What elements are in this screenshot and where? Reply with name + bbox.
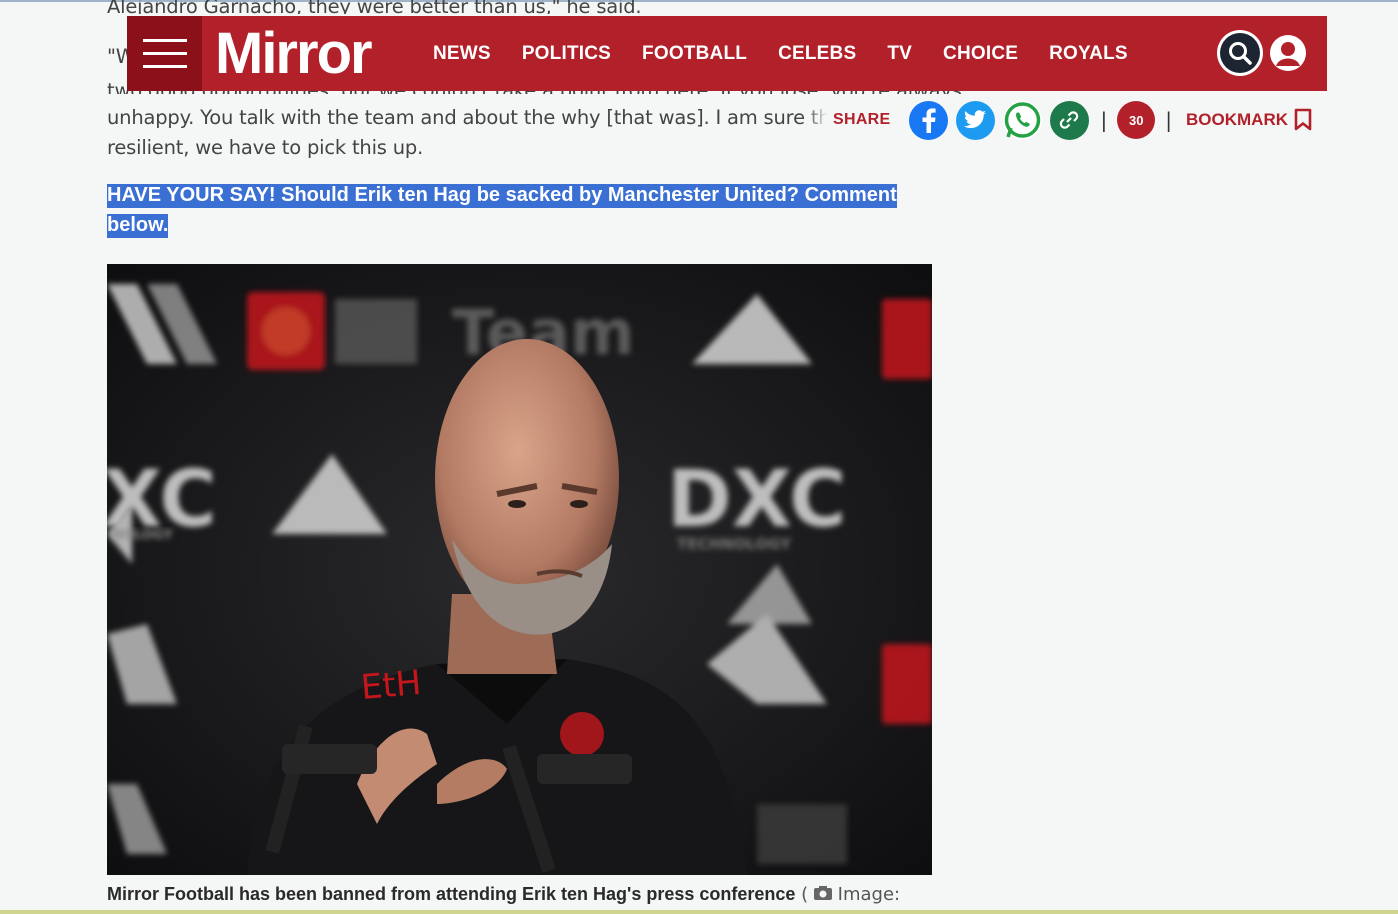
article-paragraph-line: Alejandro Garnacho, they were better tha… [107, 0, 642, 14]
nav-item-choice[interactable]: CHOICE [943, 43, 1018, 65]
caption-credit-open: ( [801, 884, 809, 905]
share-bar: SHARE | 30 | BOOKMARK [806, 98, 1326, 142]
nav-item-news[interactable]: NEWS [433, 43, 491, 65]
comment-count: 30 [1129, 112, 1144, 128]
nav-item-tv[interactable]: TV [887, 43, 912, 65]
have-your-say-prompt[interactable]: HAVE YOUR SAY! Should Erik ten Hag be sa… [107, 180, 907, 240]
svg-text:NOLOGY: NOLOGY [112, 528, 173, 543]
main-nav: NEWS POLITICS FOOTBALL CELEBS TV CHOICE … [433, 16, 1159, 91]
caption-credit: Image: [837, 884, 901, 905]
article-paragraph-line: resilient, we have to pick this up. [107, 136, 424, 159]
comments-button[interactable]: 30 [1117, 101, 1156, 139]
mirror-logo[interactable]: Mirror [215, 20, 373, 88]
shirt-initials: EtH [359, 663, 423, 708]
photo-caption: Mirror Football has been banned from att… [107, 880, 937, 909]
search-button[interactable] [1217, 30, 1263, 76]
link-icon[interactable] [1049, 100, 1089, 140]
bottom-border [0, 910, 1398, 914]
press-conference-image: Team XC NOLOGY DXC TECHNOLOGY EtH [107, 264, 932, 875]
nav-item-royals[interactable]: ROYALS [1049, 43, 1128, 65]
highlight-text-line: HAVE YOUR SAY! Should Erik ten Hag be sa… [107, 184, 897, 208]
separator: | [1100, 108, 1108, 132]
bookmark-label: BOOKMARK [1186, 110, 1289, 129]
twitter-icon[interactable] [955, 100, 995, 140]
site-header: Mirror NEWS POLITICS FOOTBALL CELEBS TV … [127, 16, 1327, 91]
highlight-text-line: below. [107, 214, 169, 238]
camera-icon [813, 884, 838, 905]
search-icon [1220, 33, 1260, 73]
bookmark-button[interactable]: BOOKMARK [1186, 108, 1312, 132]
sponsor-text-right: DXC [667, 455, 846, 545]
bookmark-icon [1294, 108, 1312, 131]
hamburger-icon [142, 39, 187, 42]
article-photo[interactable]: Team XC NOLOGY DXC TECHNOLOGY EtH [107, 264, 932, 875]
separator: | [1165, 108, 1173, 132]
account-button[interactable] [1269, 34, 1307, 72]
svg-text:TECHNOLOGY: TECHNOLOGY [677, 535, 792, 553]
nav-item-celebs[interactable]: CELEBS [778, 43, 856, 65]
article-paragraph-line: unhappy. You talk with the team and abou… [107, 106, 827, 129]
caption-text: Mirror Football has been banned from att… [107, 884, 796, 904]
user-icon [1270, 35, 1306, 71]
nav-item-football[interactable]: FOOTBALL [642, 43, 747, 65]
share-label: SHARE [833, 111, 891, 128]
nav-item-politics[interactable]: POLITICS [522, 43, 611, 65]
whatsapp-icon[interactable] [1002, 100, 1042, 140]
menu-button[interactable] [127, 16, 202, 91]
facebook-icon[interactable] [908, 100, 948, 140]
